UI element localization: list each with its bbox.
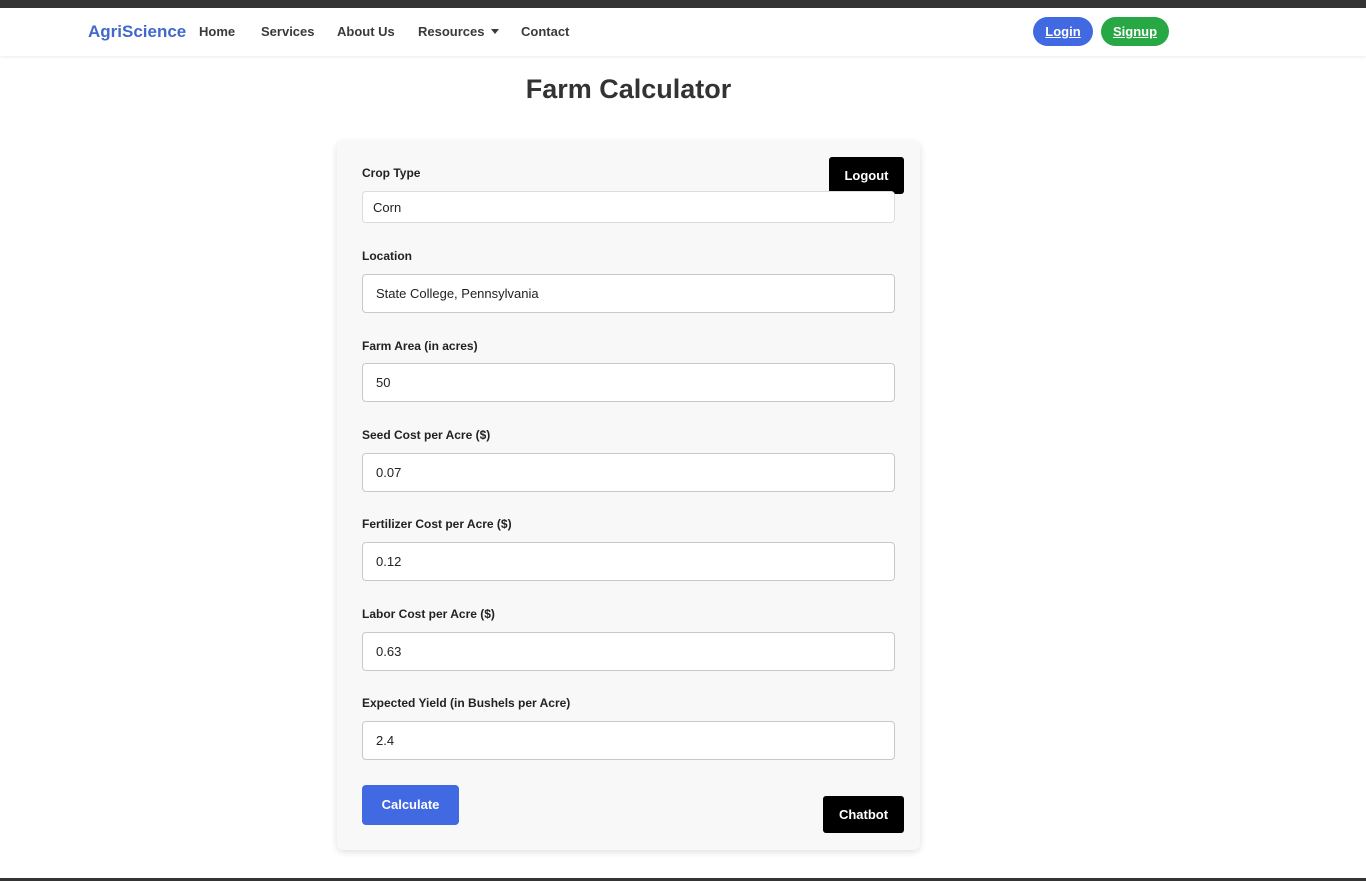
chatbot-button[interactable]: Chatbot [823,796,904,833]
crop-type-input[interactable] [362,191,895,223]
seed-cost-input[interactable] [362,453,895,492]
nav-dropdown-resources-label: Resources [418,24,485,39]
calculator-form-card: Logout Crop Type Location Farm Area (in … [337,141,920,850]
calculate-button[interactable]: Calculate [362,785,459,825]
crop-type-label: Crop Type [362,166,421,180]
signup-button[interactable]: Signup [1101,17,1169,46]
navbar: AgriScience Home Services About Us Resou… [0,8,1366,56]
nav-link-contact[interactable]: Contact [521,24,569,39]
location-label: Location [362,249,412,263]
nav-link-home[interactable]: Home [199,24,235,39]
expected-yield-label: Expected Yield (in Bushels per Acre) [362,696,571,710]
nav-dropdown-resources[interactable]: Resources [418,24,500,39]
seed-cost-label: Seed Cost per Acre ($) [362,428,491,442]
top-window-strip [0,0,1366,8]
farm-area-label: Farm Area (in acres) [362,339,478,353]
login-button[interactable]: Login [1033,17,1093,46]
caret-down-icon [491,29,500,34]
page-title: Farm Calculator [525,74,732,104]
fertilizer-cost-input[interactable] [362,542,895,581]
labor-cost-label: Labor Cost per Acre ($) [362,607,495,621]
fertilizer-cost-label: Fertilizer Cost per Acre ($) [362,517,512,531]
expected-yield-input[interactable] [362,721,895,760]
brand-logo-link[interactable]: AgriScience [88,22,186,42]
logout-button[interactable]: Logout [829,157,904,194]
nav-link-about-us[interactable]: About Us [337,24,395,39]
location-input[interactable] [362,274,895,313]
nav-link-services[interactable]: Services [261,24,315,39]
labor-cost-input[interactable] [362,632,895,671]
farm-area-input[interactable] [362,363,895,402]
